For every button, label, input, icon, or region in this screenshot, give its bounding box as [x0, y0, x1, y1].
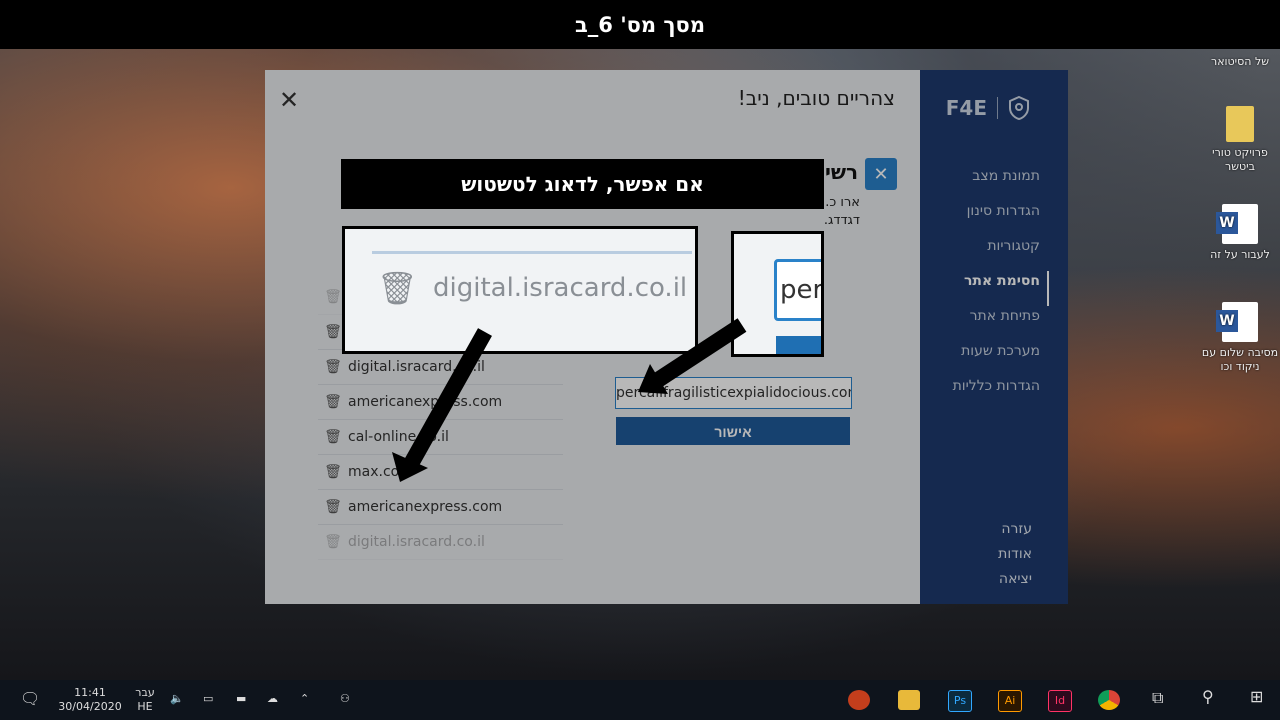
- list-item: 🗑 americanexpress.com: [318, 490, 563, 525]
- exit-link[interactable]: יציאה: [998, 567, 1032, 592]
- photoshop-icon[interactable]: Ps: [948, 690, 972, 712]
- trash-icon[interactable]: 🗑: [318, 394, 348, 410]
- page-title: מסך מס' 6_ב: [574, 12, 706, 37]
- desktop-word-doc[interactable]: W מסיבה שלום עם ניקוד וכו: [1200, 302, 1280, 374]
- ok-button[interactable]: אישור: [616, 417, 850, 445]
- cloud-icon[interactable]: ☁: [267, 692, 278, 706]
- list-item: 🗑 digital.isracard.co.il: [318, 350, 563, 385]
- desktop-icon-label: של הסיטואר: [1210, 55, 1270, 68]
- zoom-input-text: per: [774, 259, 821, 321]
- header-bar: מסך מס' 6_ב: [0, 0, 1280, 49]
- word-icon: W: [1216, 302, 1258, 342]
- folder-icon: [1226, 106, 1254, 142]
- start-icon[interactable]: ⊞: [1250, 689, 1263, 705]
- battery-icon[interactable]: ▬: [236, 692, 246, 706]
- explorer-icon[interactable]: [898, 690, 920, 710]
- sidebar: F4E תמונת מצב הגדרות סינון קטגוריות חסימ…: [920, 70, 1068, 604]
- brand-logo: F4E: [946, 96, 1030, 120]
- list-item: 🗑 cal-online.co.il: [318, 420, 563, 455]
- search-icon[interactable]: ⚲: [1202, 689, 1214, 705]
- sidebar-item-block-site[interactable]: חסימת אתר: [953, 271, 1049, 306]
- about-link[interactable]: אודות: [998, 542, 1032, 567]
- list-item: 🗑 max.co.il: [318, 455, 563, 490]
- trash-icon[interactable]: 🗑: [318, 359, 348, 375]
- desktop-word-doc[interactable]: W לעבור על זה: [1200, 204, 1280, 262]
- chrome-icon[interactable]: [1098, 690, 1120, 710]
- taskbar: 🗨 11:41 30/04/2020 עבר HE 🔈 ▭ ▬ ☁ ⌃ ⚇ Ps…: [0, 680, 1280, 720]
- desktop-icon-label: פרויקט טורי ביטשר: [1212, 146, 1268, 173]
- annotation-tip: אם אפשר, לדאוג לטשטוש: [341, 159, 824, 209]
- network-icon[interactable]: ▭: [203, 692, 213, 706]
- powerpoint-icon[interactable]: [848, 690, 870, 710]
- zoom-callout-input: per: [731, 231, 824, 357]
- desktop-icon[interactable]: של הסיטואר: [1200, 55, 1280, 69]
- trash-icon[interactable]: 🗑: [318, 464, 348, 480]
- zoom-callout-list: 🗑 digital.isracard.co.il: [342, 226, 698, 354]
- sidebar-item-general-settings[interactable]: הגדרות כלליות: [953, 376, 1040, 411]
- url-input[interactable]: percalifragilisticexpialidocious.com: [615, 377, 852, 409]
- trash-icon[interactable]: 🗑: [318, 429, 348, 445]
- trash-icon[interactable]: 🗑: [318, 534, 348, 550]
- close-icon[interactable]: ✕: [279, 86, 299, 114]
- list-item: 🗑 americanexpress.com: [318, 385, 563, 420]
- sidebar-bottom-nav: עזרה אודות יציאה: [998, 517, 1032, 592]
- clipboard-icon: ✕: [865, 158, 897, 190]
- help-link[interactable]: עזרה: [998, 517, 1032, 542]
- trash-icon: 🗑: [377, 269, 418, 307]
- volume-icon[interactable]: 🔈: [170, 692, 184, 706]
- language-indicator[interactable]: עבר HE: [133, 686, 157, 714]
- greeting: צהריים טובים, ניב!: [737, 86, 895, 110]
- sidebar-item-categories[interactable]: קטגוריות: [953, 236, 1040, 271]
- notification-icon[interactable]: 🗨: [20, 691, 40, 707]
- chevron-up-icon[interactable]: ⌃: [300, 692, 309, 706]
- zoom-text: digital.isracard.co.il: [433, 273, 688, 303]
- shield-icon: [1009, 96, 1029, 120]
- list-item: 🗑 digital.isracard.co.il: [318, 525, 563, 560]
- desktop-icon-label: לעבור על זה: [1210, 248, 1270, 261]
- people-icon[interactable]: ⚇: [340, 692, 350, 706]
- clock[interactable]: 11:41 30/04/2020: [55, 686, 125, 714]
- sidebar-item-schedule[interactable]: מערכת שעות: [953, 341, 1040, 376]
- brand-name: F4E: [945, 96, 987, 120]
- trash-icon[interactable]: 🗑: [318, 499, 348, 515]
- sidebar-item-filter-settings[interactable]: הגדרות סינון: [953, 201, 1040, 236]
- desktop-folder[interactable]: פרויקט טורי ביטשר: [1200, 106, 1280, 174]
- sidebar-nav: תמונת מצב הגדרות סינון קטגוריות חסימת את…: [953, 166, 1049, 411]
- section-title: רשי: [825, 160, 859, 184]
- word-icon: W: [1216, 204, 1258, 244]
- desktop-icon-label: מסיבה שלום עם ניקוד וכו: [1201, 346, 1279, 373]
- sidebar-item-status[interactable]: תמונת מצב: [953, 166, 1040, 201]
- task-view-icon[interactable]: ⧉: [1152, 690, 1163, 706]
- sidebar-item-open-site[interactable]: פתיחת אתר: [953, 306, 1040, 341]
- indesign-icon[interactable]: Id: [1048, 690, 1072, 712]
- illustrator-icon[interactable]: Ai: [998, 690, 1022, 712]
